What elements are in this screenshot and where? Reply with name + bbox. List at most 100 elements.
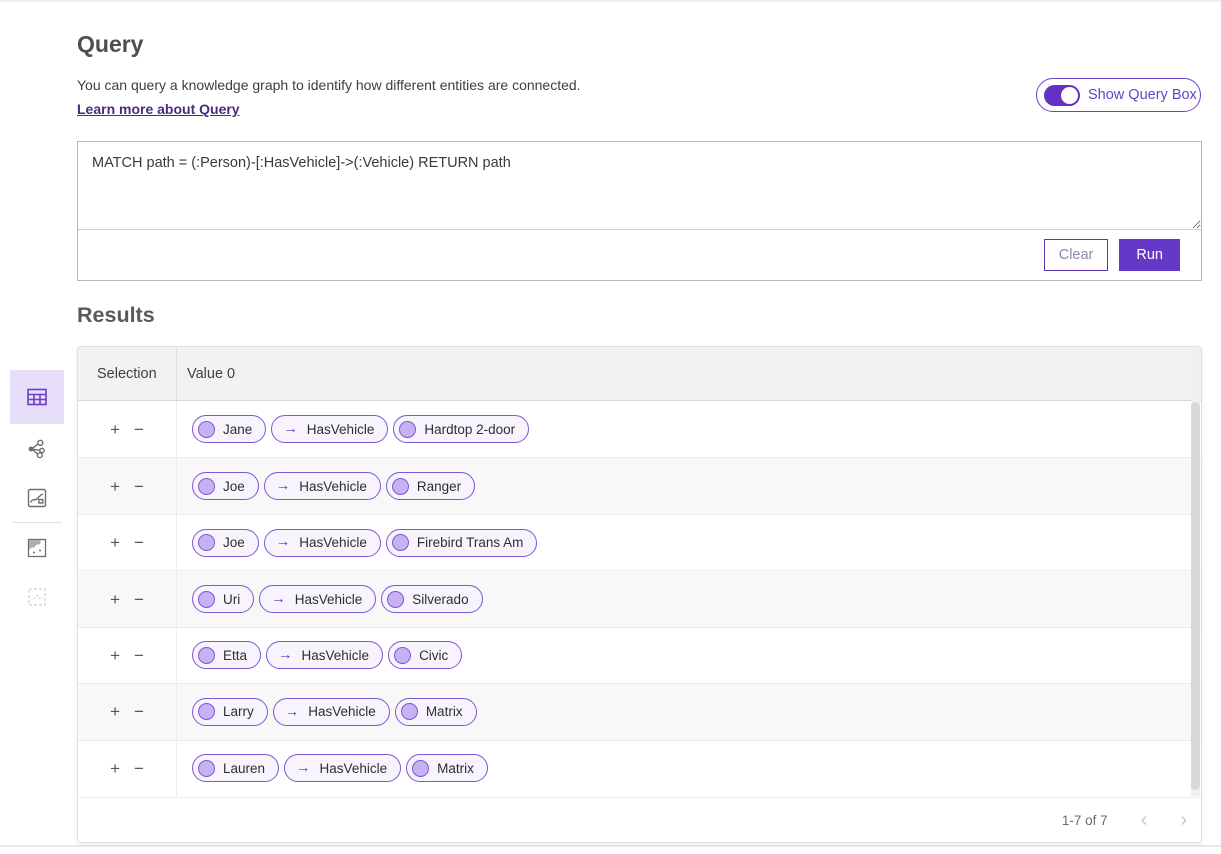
results-table: Selection Value 0 + − Jane → HasVehicle … — [77, 346, 1202, 843]
learn-more-link[interactable]: Learn more about Query — [77, 101, 240, 117]
target-node-pill[interactable]: Matrix — [395, 698, 477, 726]
source-node-pill[interactable]: Uri — [192, 585, 254, 613]
target-node-pill[interactable]: Firebird Trans Am — [386, 529, 538, 557]
edge-pill[interactable]: → HasVehicle — [284, 754, 401, 782]
arrow-right-icon: → — [296, 761, 311, 776]
table-row: + − Etta → HasVehicle Civic — [78, 627, 1201, 683]
remove-from-selection-button[interactable]: − — [134, 534, 144, 551]
page-bottom-divider — [0, 845, 1221, 847]
graph-view-icon — [26, 438, 48, 460]
results-title: Results — [77, 303, 155, 328]
add-to-selection-button[interactable]: + — [110, 421, 120, 438]
target-node-pill[interactable]: Hardtop 2-door — [393, 415, 529, 443]
show-query-box-toggle[interactable]: Show Query Box — [1036, 78, 1201, 112]
node-circle-icon — [198, 591, 215, 608]
view-mode-sidebar — [10, 370, 64, 621]
add-to-selection-button[interactable]: + — [110, 478, 120, 495]
remove-from-selection-button[interactable]: − — [134, 760, 144, 777]
run-button[interactable]: Run — [1119, 239, 1180, 271]
table-row: + − Jane → HasVehicle Hardtop 2-door — [78, 401, 1201, 457]
arrow-right-icon: → — [283, 422, 298, 437]
node-circle-icon — [198, 478, 215, 495]
node-circle-icon — [198, 421, 215, 438]
column-header-selection: Selection — [78, 347, 177, 400]
node-circle-icon — [198, 647, 215, 664]
clear-button[interactable]: Clear — [1044, 239, 1109, 271]
query-editor-panel: Clear Run — [77, 141, 1202, 281]
target-node-pill[interactable]: Silverado — [381, 585, 482, 613]
table-row: + − Joe → HasVehicle Ranger — [78, 457, 1201, 513]
source-node-pill[interactable]: Lauren — [192, 754, 279, 782]
node-circle-icon — [399, 421, 416, 438]
arrow-right-icon: → — [278, 648, 293, 663]
pagination-prev-icon[interactable]: ‹ — [1141, 810, 1148, 830]
page-title: Query — [77, 31, 143, 58]
row-selection-cell: + − — [78, 458, 177, 513]
row-selection-cell: + − — [78, 684, 177, 739]
node-circle-icon — [198, 534, 215, 551]
arrow-right-icon: → — [276, 479, 291, 494]
source-node-pill[interactable]: Etta — [192, 641, 261, 669]
target-node-pill[interactable]: Matrix — [406, 754, 488, 782]
add-to-selection-button[interactable]: + — [110, 647, 120, 664]
row-value-cell: Jane → HasVehicle Hardtop 2-door — [177, 401, 1201, 457]
row-selection-cell: + − — [78, 741, 177, 796]
pagination-range: 1-7 of 7 — [1062, 813, 1108, 828]
toggle-label: Show Query Box — [1088, 87, 1197, 103]
node-circle-icon — [392, 534, 409, 551]
page-top-divider — [0, 0, 1221, 2]
table-header-row: Selection Value 0 — [78, 347, 1201, 401]
target-node-pill[interactable]: Civic — [388, 641, 462, 669]
row-value-cell: Larry → HasVehicle Matrix — [177, 684, 1201, 739]
arrow-right-icon: → — [271, 592, 286, 607]
node-circle-icon — [401, 703, 418, 720]
add-to-selection-button[interactable]: + — [110, 760, 120, 777]
column-header-value0: Value 0 — [177, 366, 235, 382]
source-node-pill[interactable]: Larry — [192, 698, 268, 726]
edge-pill[interactable]: → HasVehicle — [264, 529, 381, 557]
query-input[interactable] — [78, 142, 1201, 230]
add-to-selection-button[interactable]: + — [110, 534, 120, 551]
chart-view-icon — [26, 487, 48, 509]
sidebar-item-map-view[interactable] — [10, 523, 64, 572]
node-circle-icon — [198, 760, 215, 777]
source-node-pill[interactable]: Joe — [192, 472, 259, 500]
source-node-pill[interactable]: Jane — [192, 415, 266, 443]
vertical-scrollbar-thumb[interactable] — [1191, 402, 1200, 790]
row-value-cell: Joe → HasVehicle Ranger — [177, 458, 1201, 513]
edge-pill[interactable]: → HasVehicle — [259, 585, 376, 613]
toggle-switch-icon[interactable] — [1044, 85, 1080, 106]
edge-pill[interactable]: → HasVehicle — [271, 415, 388, 443]
remove-from-selection-button[interactable]: − — [134, 703, 144, 720]
target-node-pill[interactable]: Ranger — [386, 472, 475, 500]
table-body: + − Jane → HasVehicle Hardtop 2-door + − — [78, 401, 1201, 797]
sidebar-item-graph-view[interactable] — [10, 424, 64, 473]
query-actions-bar: Clear Run — [78, 230, 1201, 279]
remove-from-selection-button[interactable]: − — [134, 591, 144, 608]
row-selection-cell: + − — [78, 571, 177, 626]
node-circle-icon — [392, 478, 409, 495]
vertical-scrollbar-track[interactable] — [1191, 348, 1200, 796]
sidebar-item-chart-view[interactable] — [10, 473, 64, 522]
arrow-right-icon: → — [276, 535, 291, 550]
edge-pill[interactable]: → HasVehicle — [273, 698, 390, 726]
table-row: + − Larry → HasVehicle Matrix — [78, 683, 1201, 739]
remove-from-selection-button[interactable]: − — [134, 421, 144, 438]
query-description: You can query a knowledge graph to ident… — [77, 77, 581, 93]
remove-from-selection-button[interactable]: − — [134, 478, 144, 495]
add-to-selection-button[interactable]: + — [110, 591, 120, 608]
sidebar-item-table-view[interactable] — [10, 370, 64, 424]
add-to-selection-button[interactable]: + — [110, 703, 120, 720]
row-value-cell: Joe → HasVehicle Firebird Trans Am — [177, 515, 1201, 570]
detail-view-icon — [26, 586, 48, 608]
table-row: + − Joe → HasVehicle Firebird Trans Am — [78, 514, 1201, 570]
source-node-pill[interactable]: Joe — [192, 529, 259, 557]
table-row: + − Uri → HasVehicle Silverado — [78, 570, 1201, 626]
pagination-next-icon[interactable]: › — [1180, 810, 1187, 830]
edge-pill[interactable]: → HasVehicle — [264, 472, 381, 500]
remove-from-selection-button[interactable]: − — [134, 647, 144, 664]
table-row: + − Lauren → HasVehicle Matrix — [78, 740, 1201, 796]
edge-pill[interactable]: → HasVehicle — [266, 641, 383, 669]
row-value-cell: Lauren → HasVehicle Matrix — [177, 741, 1201, 796]
node-circle-icon — [394, 647, 411, 664]
